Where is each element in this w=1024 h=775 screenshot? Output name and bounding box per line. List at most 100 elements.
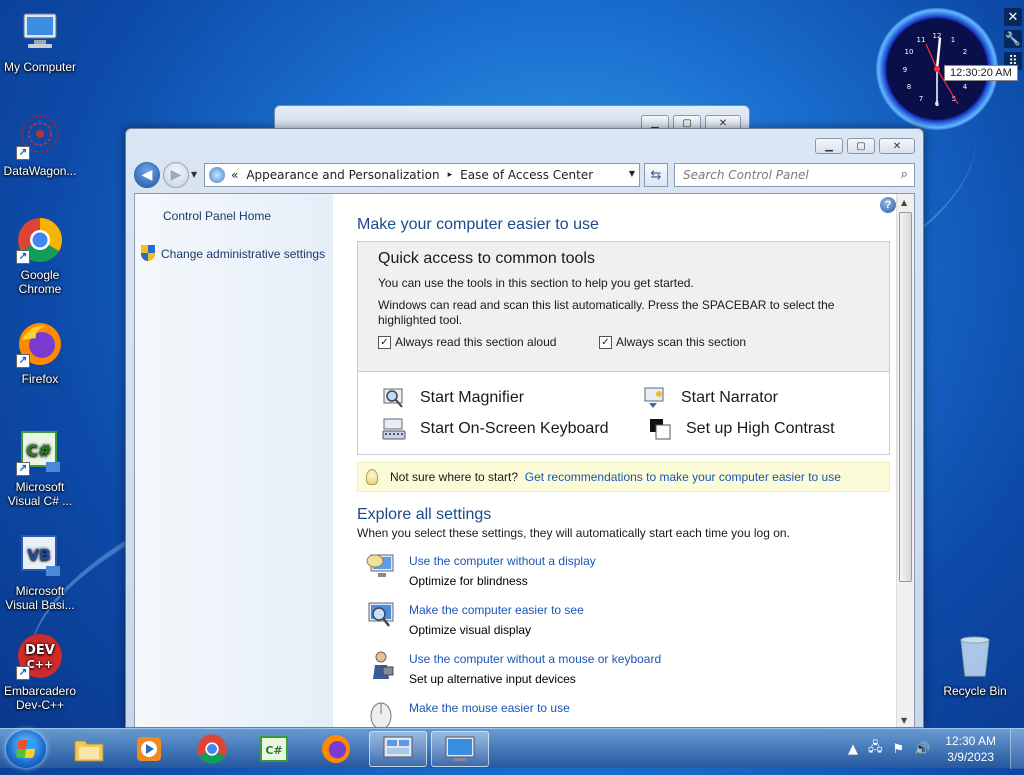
- desktop-icon-label: Google Chrome: [18, 268, 62, 296]
- taskbar-visual-csharp[interactable]: C#: [245, 731, 303, 767]
- search-icon[interactable]: ⌕: [901, 167, 908, 182]
- svg-text:9: 9: [903, 66, 907, 74]
- refresh-button[interactable]: ⇆: [644, 163, 668, 187]
- chrome-icon: ↗: [16, 216, 64, 264]
- taskbar-firefox[interactable]: [307, 731, 365, 767]
- desktop-icon-recycle-bin[interactable]: Recycle Bin: [935, 632, 1015, 698]
- svg-text:1: 1: [951, 36, 955, 44]
- taskbar-remote-window[interactable]: [369, 731, 427, 767]
- desktop-icon-visual-basic[interactable]: VB Microsoft Visual Basi...: [0, 532, 80, 612]
- start-button[interactable]: [6, 730, 46, 768]
- recent-pages-dropdown-icon[interactable]: ▼: [191, 170, 197, 179]
- desktop-icon-google-chrome[interactable]: ↗ Google Chrome: [0, 216, 80, 296]
- svg-text:C#: C#: [265, 744, 282, 757]
- keyboard-icon: [382, 417, 406, 441]
- maximize-button[interactable]: ▢: [847, 138, 875, 154]
- navigation-bar: ◀ ▶ ▼ « Appearance and Personalization ▸…: [134, 161, 915, 189]
- setting-link[interactable]: Make the mouse easier to use: [409, 698, 570, 718]
- sidebar-item-label: Change administrative settings: [161, 247, 326, 261]
- monitor-speaker-icon: [365, 551, 397, 583]
- visual-csharp-icon: C#: [260, 736, 288, 762]
- svg-text:2: 2: [963, 48, 967, 56]
- gadget-controls: ✕ 🔧 ⠿: [1004, 8, 1022, 70]
- narrator-icon: [643, 386, 667, 410]
- desktop-icon-label: Recycle Bin: [943, 684, 1007, 698]
- read-aloud-checkbox[interactable]: ✓ Always read this section aloud: [378, 335, 556, 349]
- network-icon[interactable]: 🖧: [868, 738, 883, 760]
- setup-high-contrast-button[interactable]: Set up High Contrast: [648, 417, 835, 441]
- setting-easier-to-see[interactable]: Make the computer easier to see Optimize …: [365, 600, 584, 640]
- setting-description: Optimize for blindness: [409, 574, 528, 588]
- scroll-up-icon[interactable]: ▲: [901, 198, 907, 207]
- start-onscreen-keyboard-button[interactable]: Start On-Screen Keyboard: [382, 417, 609, 441]
- firefox-icon: ↗: [16, 320, 64, 368]
- search-input[interactable]: Search Control Panel ⌕: [674, 163, 915, 187]
- shortcut-arrow-icon: ↗: [16, 462, 30, 476]
- setting-without-mouse-keyboard[interactable]: Use the computer without a mouse or keyb…: [365, 649, 661, 689]
- scroll-down-icon[interactable]: ▼: [901, 716, 907, 725]
- get-recommendations-link[interactable]: Get recommendations to make your compute…: [525, 470, 841, 484]
- taskbar-control-panel[interactable]: [431, 731, 489, 767]
- minimize-button[interactable]: ▁: [815, 138, 843, 154]
- start-magnifier-button[interactable]: Start Magnifier: [382, 386, 524, 410]
- close-button[interactable]: ✕: [879, 138, 915, 154]
- computer-icon: [16, 8, 64, 56]
- desktop-icon-firefox[interactable]: ↗ Firefox: [0, 320, 80, 386]
- sidebar-item-control-panel-home[interactable]: Control Panel Home: [163, 209, 271, 223]
- breadcrumb-overflow[interactable]: «: [231, 168, 238, 182]
- svg-text:11: 11: [917, 36, 926, 44]
- desktop-icon-label: Microsoft Visual Basi...: [5, 584, 75, 612]
- quick-access-intro: You can use the tools in this section to…: [378, 276, 694, 290]
- taskbar-explorer[interactable]: [60, 731, 118, 767]
- svg-text:4: 4: [963, 83, 968, 91]
- setting-without-display[interactable]: Use the computer without a display Optimi…: [365, 551, 596, 591]
- setting-description: Set up alternative input devices: [409, 672, 576, 686]
- quick-access-header: Quick access to common tools You can use…: [358, 242, 889, 372]
- setting-link[interactable]: Make the computer easier to see: [409, 600, 584, 620]
- setting-mouse-easier[interactable]: Make the mouse easier to use: [365, 698, 570, 727]
- start-narrator-button[interactable]: Start Narrator: [643, 386, 778, 410]
- sidebar-item-change-admin-settings[interactable]: Change administrative settings: [141, 245, 325, 261]
- setting-link[interactable]: Use the computer without a display: [409, 551, 596, 571]
- show-desktop-button[interactable]: [1010, 729, 1024, 769]
- forward-button[interactable]: ▶: [163, 162, 189, 188]
- shortcut-arrow-icon: ↗: [16, 146, 30, 160]
- help-icon[interactable]: ?: [880, 197, 896, 213]
- windows-logo-icon: [15, 740, 37, 758]
- gadget-close-icon[interactable]: ✕: [1004, 8, 1022, 26]
- explore-settings-subtitle: When you select these settings, they wil…: [357, 526, 790, 540]
- breadcrumb-ease-of-access[interactable]: Ease of Access Center: [460, 168, 593, 182]
- desktop-icon-label: DataWagon...: [3, 164, 77, 178]
- firefox-icon: [322, 735, 350, 763]
- breadcrumb-appearance[interactable]: Appearance and Personalization: [246, 168, 439, 182]
- taskbar-media-player[interactable]: [120, 731, 178, 767]
- tool-label: Start Magnifier: [420, 389, 525, 406]
- show-hidden-icons-icon[interactable]: ▲: [848, 742, 858, 757]
- content-area: Control Panel Home Change administrative…: [134, 193, 915, 727]
- desktop-icon-my-computer[interactable]: My Computer: [0, 8, 80, 74]
- checkbox-label: Always read this section aloud: [395, 335, 557, 349]
- svg-text:7: 7: [919, 95, 923, 103]
- mouse-icon: [365, 698, 397, 727]
- vertical-scrollbar[interactable]: ▲ ▼: [896, 194, 914, 727]
- breadcrumb-separator-icon[interactable]: ▸: [448, 170, 453, 180]
- desktop-icon-devcpp[interactable]: DEV C++ ↗ Embarcadero Dev-C++: [0, 632, 80, 712]
- back-button[interactable]: ◀: [134, 162, 160, 188]
- address-dropdown-icon[interactable]: ▼: [629, 169, 635, 178]
- action-center-flag-icon[interactable]: ⚑: [892, 742, 904, 757]
- svg-text:VB: VB: [27, 546, 50, 564]
- taskbar-clock[interactable]: 12:30 AM 3/9/2023: [945, 733, 996, 765]
- volume-icon[interactable]: 🔊: [914, 742, 930, 757]
- tool-label: Start On-Screen Keyboard: [420, 420, 609, 437]
- control-panel-icon: [209, 167, 225, 183]
- taskbar-chrome[interactable]: [183, 731, 241, 767]
- desktop-icon-label: Embarcadero Dev-C++: [3, 684, 77, 712]
- scrollbar-thumb[interactable]: [899, 212, 912, 582]
- address-bar[interactable]: « Appearance and Personalization ▸ Ease …: [204, 163, 640, 187]
- scan-section-checkbox[interactable]: ✓ Always scan this section: [599, 335, 746, 349]
- desktop-icon-visual-csharp[interactable]: C# ↗ Microsoft Visual C# ...: [0, 428, 80, 508]
- gadget-options-icon[interactable]: 🔧: [1004, 30, 1022, 48]
- control-panel-icon: [383, 736, 413, 758]
- setting-link[interactable]: Use the computer without a mouse or keyb…: [409, 649, 661, 669]
- desktop-icon-datawagon[interactable]: ↗ DataWagon...: [0, 112, 80, 178]
